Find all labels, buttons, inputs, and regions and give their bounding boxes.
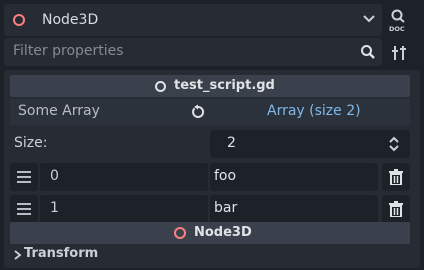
node3d-ring-icon bbox=[174, 227, 186, 239]
node3d-section-title: Node3D bbox=[194, 225, 252, 240]
filter-properties-input[interactable]: Filter properties bbox=[4, 38, 382, 66]
doc-icon[interactable]: DOC bbox=[388, 8, 410, 32]
array-item-index: 0 bbox=[40, 163, 208, 191]
property-name: Some Array bbox=[18, 103, 100, 119]
node3d-section-header[interactable]: Node3D bbox=[10, 222, 410, 244]
search-icon bbox=[361, 45, 375, 59]
script-section-title: test_script.gd bbox=[174, 78, 275, 93]
drag-handle-icon[interactable] bbox=[10, 195, 38, 223]
node3d-ring-icon bbox=[13, 14, 25, 26]
transform-group-toggle[interactable]: Transform bbox=[10, 246, 210, 266]
script-icon bbox=[155, 81, 166, 92]
svg-text:DOC: DOC bbox=[389, 25, 405, 32]
size-value: 2 bbox=[227, 135, 236, 151]
array-item-row: 0 foo bbox=[10, 163, 410, 191]
node-selector[interactable]: Node3D bbox=[4, 4, 382, 36]
inspector-top-bar: Node3D DOC bbox=[0, 0, 424, 40]
array-item-value-field[interactable]: foo bbox=[210, 163, 378, 191]
filter-placeholder: Filter properties bbox=[13, 43, 124, 59]
script-section-header[interactable]: test_script.gd bbox=[10, 75, 410, 97]
chevron-right-icon bbox=[14, 250, 22, 260]
revert-icon[interactable] bbox=[190, 104, 206, 120]
property-row-some-array[interactable]: Some Array Array (size 2) bbox=[10, 99, 410, 125]
array-item-row: 1 bar bbox=[10, 195, 410, 223]
item-value-text: bar bbox=[214, 200, 238, 216]
node-name: Node3D bbox=[42, 12, 99, 28]
size-label: Size: bbox=[14, 135, 48, 151]
tools-icon[interactable] bbox=[390, 44, 408, 62]
drag-handle-icon[interactable] bbox=[10, 163, 38, 191]
spinner-arrows-icon[interactable] bbox=[388, 136, 400, 152]
chevron-down-icon bbox=[363, 15, 375, 23]
trash-icon[interactable] bbox=[382, 195, 410, 223]
transform-label: Transform bbox=[24, 246, 99, 261]
trash-icon[interactable] bbox=[382, 163, 410, 191]
index-label: 1 bbox=[50, 200, 59, 216]
array-item-value-field[interactable]: bar bbox=[210, 195, 378, 223]
size-spinbox[interactable]: 2 bbox=[210, 130, 410, 158]
item-value-text: foo bbox=[214, 168, 237, 184]
array-value-button[interactable]: Array (size 2) bbox=[267, 103, 361, 119]
index-label: 0 bbox=[50, 168, 59, 184]
array-item-index: 1 bbox=[40, 195, 208, 223]
